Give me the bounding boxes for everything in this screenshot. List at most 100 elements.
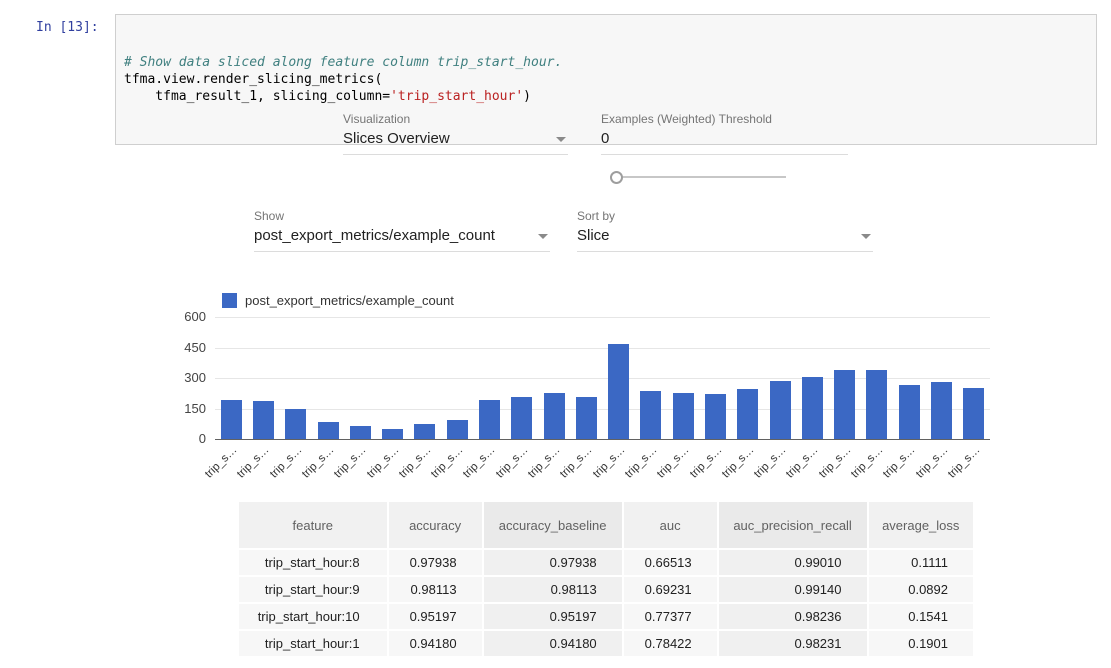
bar[interactable] xyxy=(899,385,920,439)
table-header-cell[interactable]: auc_precision_recall xyxy=(719,502,867,548)
table-cell: 0.97938 xyxy=(389,550,482,575)
table-row: trip_start_hour:90.981130.981130.692310.… xyxy=(239,577,973,602)
legend-swatch xyxy=(222,293,237,308)
y-axis: 0150300450600 xyxy=(148,317,206,452)
bar[interactable] xyxy=(350,426,371,439)
show-value: post_export_metrics/example_count xyxy=(254,227,495,244)
bar[interactable] xyxy=(253,401,274,439)
y-tick-label: 450 xyxy=(148,340,206,355)
table-cell: 0.98113 xyxy=(484,577,622,602)
chevron-down-icon xyxy=(538,234,548,239)
x-axis-baseline xyxy=(215,439,990,440)
table-cell: 0.77377 xyxy=(624,604,717,629)
table-cell: trip_start_hour:8 xyxy=(239,550,387,575)
bar[interactable] xyxy=(608,344,629,439)
threshold-slider-track[interactable] xyxy=(610,176,786,178)
table-cell: trip_start_hour:10 xyxy=(239,604,387,629)
show-select[interactable]: post_export_metrics/example_count xyxy=(254,227,550,252)
bar[interactable] xyxy=(544,393,565,439)
chevron-down-icon xyxy=(556,137,566,142)
metrics-table-container[interactable]: featureaccuracyaccuracy_baselineaucauc_p… xyxy=(237,500,975,668)
bar[interactable] xyxy=(802,377,823,439)
threshold-label: Examples (Weighted) Threshold xyxy=(601,112,772,126)
metrics-table: featureaccuracyaccuracy_baselineaucauc_p… xyxy=(237,500,975,658)
x-axis: trip_s…trip_s…trip_s…trip_s…trip_s…trip_… xyxy=(215,441,990,483)
bar[interactable] xyxy=(285,409,306,440)
code-token: 'trip_start_hour' xyxy=(390,89,523,104)
bar[interactable] xyxy=(221,400,242,439)
table-cell: 0.98236 xyxy=(719,604,867,629)
bar[interactable] xyxy=(866,370,887,439)
bar[interactable] xyxy=(382,429,403,439)
notebook-page: In [13]: # Show data sliced along featur… xyxy=(0,0,1111,668)
table-cell: 0.1111 xyxy=(869,550,974,575)
sort-by-value: Slice xyxy=(577,227,610,244)
bar[interactable] xyxy=(414,424,435,439)
code-token: tfma_result_1, slicing_column= xyxy=(124,89,390,104)
table-header-cell[interactable]: average_loss xyxy=(869,502,974,548)
bar[interactable] xyxy=(931,382,952,439)
table-head: featureaccuracyaccuracy_baselineaucauc_p… xyxy=(239,502,973,548)
y-tick-label: 150 xyxy=(148,401,206,416)
show-label: Show xyxy=(254,209,284,223)
table-header-row: featureaccuracyaccuracy_baselineaucauc_p… xyxy=(239,502,973,548)
table-cell: 0.94180 xyxy=(389,631,482,656)
table-cell: 0.99140 xyxy=(719,577,867,602)
bar[interactable] xyxy=(576,397,597,439)
code-token: tfma.view.render_slicing_metrics( xyxy=(124,72,382,87)
sort-by-label: Sort by xyxy=(577,209,615,223)
bar[interactable] xyxy=(640,391,661,439)
code-token: # Show data sliced along feature column … xyxy=(124,55,562,70)
chevron-down-icon xyxy=(861,234,871,239)
bar[interactable] xyxy=(511,397,532,439)
table-cell: 0.94180 xyxy=(484,631,622,656)
bar[interactable] xyxy=(479,400,500,439)
table-row: trip_start_hour:100.951970.951970.773770… xyxy=(239,604,973,629)
y-tick-label: 600 xyxy=(148,309,206,324)
table-cell: 0.95197 xyxy=(389,604,482,629)
bar[interactable] xyxy=(834,370,855,439)
gridline xyxy=(215,317,990,318)
chart-legend: post_export_metrics/example_count xyxy=(222,292,454,308)
code-line: # Show data sliced along feature column … xyxy=(124,54,1088,71)
table-header-cell[interactable]: auc xyxy=(624,502,717,548)
threshold-slider-thumb[interactable] xyxy=(610,171,623,184)
table-cell: trip_start_hour:1 xyxy=(239,631,387,656)
sort-by-select[interactable]: Slice xyxy=(577,227,873,252)
table-header-cell[interactable]: accuracy xyxy=(389,502,482,548)
table-cell: 0.0892 xyxy=(869,577,974,602)
code-line: tfma.view.render_slicing_metrics( xyxy=(124,71,1088,88)
table-row: trip_start_hour:10.941800.941800.784220.… xyxy=(239,631,973,656)
y-tick-label: 0 xyxy=(148,431,206,446)
table-row: trip_start_hour:80.979380.979380.665130.… xyxy=(239,550,973,575)
bar[interactable] xyxy=(318,422,339,439)
table-body: trip_start_hour:80.979380.979380.665130.… xyxy=(239,550,973,656)
bar[interactable] xyxy=(770,381,791,439)
gridline xyxy=(215,348,990,349)
table-cell: 0.99010 xyxy=(719,550,867,575)
threshold-input[interactable]: 0 xyxy=(601,130,848,155)
bar[interactable] xyxy=(673,393,694,439)
table-cell: 0.78422 xyxy=(624,631,717,656)
legend-label: post_export_metrics/example_count xyxy=(245,293,454,308)
code-line: tfma_result_1, slicing_column='trip_star… xyxy=(124,88,1088,105)
visualization-label: Visualization xyxy=(343,112,410,126)
table-cell: 0.98231 xyxy=(719,631,867,656)
code-token: ) xyxy=(523,89,531,104)
plot-area xyxy=(215,317,990,439)
cell-prompt: In [13]: xyxy=(36,20,99,35)
bar[interactable] xyxy=(963,388,984,439)
table-header-cell[interactable]: accuracy_baseline xyxy=(484,502,622,548)
code-lines: # Show data sliced along feature column … xyxy=(124,54,1088,105)
visualization-value: Slices Overview xyxy=(343,130,450,147)
bar[interactable] xyxy=(737,389,758,439)
table-cell: 0.69231 xyxy=(624,577,717,602)
visualization-select[interactable]: Slices Overview xyxy=(343,130,568,155)
bar[interactable] xyxy=(447,420,468,439)
table-cell: 0.66513 xyxy=(624,550,717,575)
table-cell: 0.1901 xyxy=(869,631,974,656)
bar[interactable] xyxy=(705,394,726,439)
table-cell: 0.95197 xyxy=(484,604,622,629)
table-header-cell[interactable]: feature xyxy=(239,502,387,548)
table-cell: 0.1541 xyxy=(869,604,974,629)
